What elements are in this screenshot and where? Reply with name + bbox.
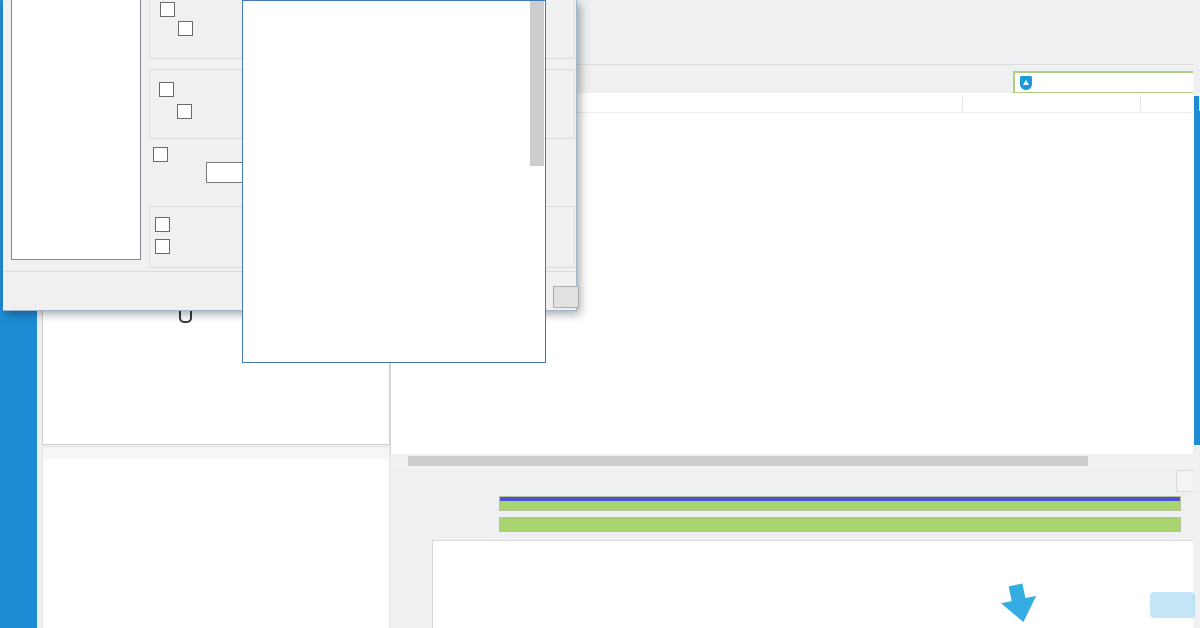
notify-beta-checkbox[interactable]	[177, 104, 192, 119]
desktop	[0, 0, 1200, 628]
start-with-windows-checkbox[interactable]	[160, 2, 175, 17]
header-separator	[1140, 95, 1141, 111]
auto-update-checkbox[interactable]	[159, 82, 174, 97]
dropdown-scroll-down-icon[interactable]	[530, 349, 544, 362]
dialog-button-partial[interactable]	[553, 286, 579, 308]
search-input[interactable]	[1013, 71, 1200, 94]
downloaded-progressbar	[499, 496, 1181, 511]
watermark-blob	[1150, 592, 1195, 618]
availability-bar	[499, 517, 1181, 532]
boss-key-checkbox[interactable]	[153, 147, 168, 162]
preferences-tree	[11, 0, 141, 260]
ad-banner-bar	[42, 446, 390, 460]
start-minimized-checkbox[interactable]	[178, 21, 193, 36]
language-dropdown-list	[242, 0, 546, 363]
header-separator	[962, 95, 963, 111]
sidebar-item-devices[interactable]	[179, 310, 198, 323]
horizontal-scrollbar[interactable]	[390, 454, 1193, 468]
prevent-standby-checkbox[interactable]	[155, 239, 170, 254]
scrollbar-thumb[interactable]	[408, 456, 1088, 466]
detail-tabbar	[390, 468, 1193, 492]
search-shield-icon	[1020, 76, 1032, 90]
dropdown-scrollbar-thumb[interactable]	[530, 1, 544, 166]
window-edge	[1193, 0, 1200, 96]
collapse-detail-button[interactable]	[1176, 470, 1194, 492]
append-ut-checkbox[interactable]	[155, 217, 170, 232]
transfer-groupbox	[432, 540, 1200, 628]
device-icon	[179, 310, 192, 323]
ad-content-area	[42, 459, 390, 628]
info-detail-panel	[390, 492, 1193, 628]
